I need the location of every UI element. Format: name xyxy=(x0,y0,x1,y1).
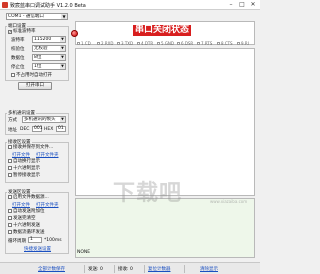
mode-select[interactable]: 多机通讯的帧头 ▼ xyxy=(22,116,66,123)
receive-textarea[interactable] xyxy=(75,48,255,196)
checkbox-icon xyxy=(8,223,12,227)
received-count: 接收: 0 xyxy=(118,267,133,272)
baud-label: 波特率 xyxy=(11,38,25,43)
statusbar-divider xyxy=(144,265,145,273)
minimize-button[interactable]: – xyxy=(226,1,236,9)
data-bits-label: 数据位 xyxy=(11,56,25,61)
signal-txd: 3.TXD xyxy=(117,41,133,46)
stop-bits-label: 停止位 xyxy=(11,65,25,70)
checkbox-icon xyxy=(8,173,12,177)
data-bits-select[interactable]: 8位 ▼ xyxy=(32,54,66,61)
checkbox-icon xyxy=(8,159,12,163)
statusbar-divider xyxy=(114,265,115,273)
hex-display-checkbox[interactable]: 十六进制显示 xyxy=(8,166,40,171)
app-icon xyxy=(2,2,8,8)
stop-bits-select[interactable]: 1位 ▼ xyxy=(32,63,66,70)
title-bar: 致宸蓝串口调试助手 V1.2.0 Beta – □ ✕ xyxy=(0,0,260,10)
parity-label: 校验位 xyxy=(11,47,25,52)
status-bar: 全部计数保存 发送: 0 接收: 0 复位计数器 清除显示 xyxy=(0,262,260,274)
use-file-checkbox[interactable]: 启用文件数据源... xyxy=(8,195,49,200)
signal-cts: 8.CTS xyxy=(217,41,233,46)
clear-after-send-checkbox[interactable]: 发送完清空 xyxy=(8,216,36,221)
encoding-label: NONE xyxy=(77,250,91,255)
port-select-value: COM1 - 通信端口 xyxy=(8,14,44,19)
close-button[interactable]: ✕ xyxy=(248,1,258,9)
auto-wrap-checkbox[interactable]: 自动换行显示 xyxy=(8,159,40,164)
chevron-down-icon: ▼ xyxy=(60,117,65,122)
send-open-dir-link[interactable]: 打开文件夹 xyxy=(36,202,59,208)
pause-display-checkbox[interactable]: 暂停接收显示 xyxy=(8,173,40,178)
mode-label: 方式 xyxy=(8,118,17,123)
signal-rts: 7.RTS xyxy=(197,41,212,46)
auto-open-checkbox[interactable]: 不占用时自动打开 xyxy=(11,73,52,78)
watermark-url: www.xiazaiba.com xyxy=(210,199,248,204)
save-count-link[interactable]: 全部计数保存 xyxy=(38,266,65,272)
address-label: 地址 xyxy=(8,128,17,133)
chevron-down-icon: ▼ xyxy=(60,37,65,42)
period-input[interactable]: 1 xyxy=(28,237,42,243)
clear-display-link[interactable]: 清除显示 xyxy=(200,266,218,272)
auto-append-checkbox[interactable]: 自动发送附加位 xyxy=(8,209,45,214)
address-dec-input[interactable]: 001 xyxy=(32,126,43,132)
checkbox-icon xyxy=(8,216,12,220)
sent-count: 发送: 0 xyxy=(88,267,103,272)
checkbox-icon: ✓ xyxy=(8,30,12,34)
checkbox-icon xyxy=(11,73,15,77)
send-textarea[interactable] xyxy=(75,198,255,258)
watermark-logo: 下载吧 xyxy=(113,181,183,206)
period-unit: *100ms xyxy=(44,238,62,243)
signal-gnd: 5.GND xyxy=(157,41,174,46)
status-led-icon xyxy=(71,30,78,37)
signal-ri: 9.RI xyxy=(237,41,249,46)
checkbox-icon xyxy=(8,166,12,170)
address-hex-label: HEX xyxy=(44,127,54,132)
chevron-down-icon: ▼ xyxy=(60,64,65,69)
checkbox-icon xyxy=(8,209,12,213)
address-dec-label: DEC xyxy=(20,127,30,132)
statusbar-divider xyxy=(184,265,185,273)
send-open-file-link[interactable]: 打开文件 xyxy=(12,202,30,208)
chevron-down-icon: ▼ xyxy=(60,55,65,60)
port-select[interactable]: COM1 - 通信端口 ▼ xyxy=(6,13,68,20)
hex-send-checkbox[interactable]: 十六进制发送 xyxy=(8,223,40,228)
checkbox-icon xyxy=(8,230,12,234)
signal-dsr: 6.DSR xyxy=(177,41,193,46)
signal-cd: 1.CD xyxy=(77,41,91,46)
address-hex-input[interactable]: 01 xyxy=(56,126,66,132)
baud-select[interactable]: 115200 ▼ xyxy=(32,36,66,43)
recv-open-dir-link[interactable]: 打开文件夹 xyxy=(36,152,59,158)
checkbox-icon xyxy=(8,145,12,149)
period-label: 循环周期 xyxy=(8,239,26,244)
statusbar-divider xyxy=(84,265,85,273)
shortcut-send-link[interactable]: 快捷发送设置 xyxy=(24,246,51,252)
reset-counter-link[interactable]: 复位计数器 xyxy=(148,266,171,272)
std-baud-checkbox[interactable]: ✓标准波特率 xyxy=(8,29,36,34)
recv-open-file-link[interactable]: 打开文件 xyxy=(12,152,30,158)
maximize-button[interactable]: □ xyxy=(237,1,247,9)
checkbox-icon xyxy=(8,195,12,199)
recv-to-file-checkbox[interactable]: 接收并保存到文件... xyxy=(8,145,53,150)
chevron-down-icon: ▼ xyxy=(61,14,67,19)
open-port-button[interactable]: 打开串口 xyxy=(18,82,52,90)
signal-indicators: 1.CD 2.RXD 3.TXD 4.DTR 5.GND 6.DSR 7.RTS… xyxy=(77,41,253,48)
parity-select[interactable]: 无校验 ▼ xyxy=(32,45,66,52)
window-title: 致宸蓝串口调试助手 V1.2.0 Beta xyxy=(10,3,86,9)
loop-send-checkbox[interactable]: 数据流循环发送 xyxy=(8,230,45,235)
chevron-down-icon: ▼ xyxy=(60,46,65,51)
signal-rxd: 2.RXD xyxy=(97,41,113,46)
port-status-title: 串口关闭状态 xyxy=(133,25,192,36)
signal-dtr: 4.DTR xyxy=(137,41,153,46)
